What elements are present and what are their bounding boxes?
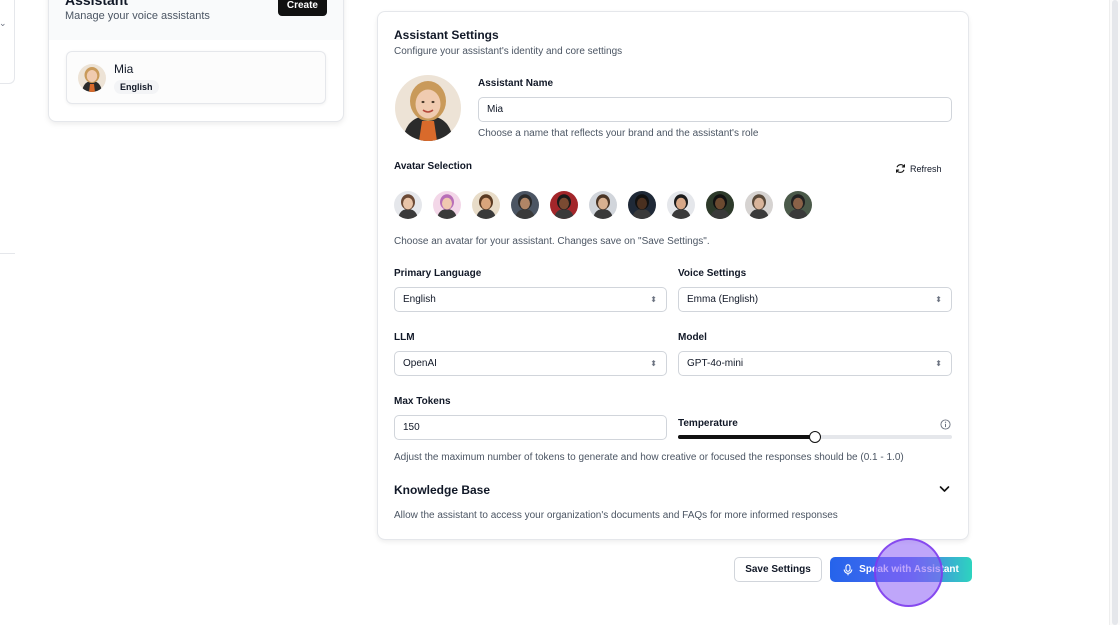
refresh-button[interactable]: Refresh (895, 163, 942, 174)
speak-with-assistant-button[interactable]: Speak with Assistant (830, 557, 972, 582)
avatar-option[interactable] (472, 191, 500, 219)
refresh-label: Refresh (910, 163, 942, 174)
settings-title: Assistant Settings (394, 28, 499, 42)
avatar-option[interactable] (550, 191, 578, 219)
assistant-list-header: Assistant Manage your voice assistants C… (49, 0, 343, 40)
left-sidebar-card: ⌄ (0, 0, 15, 84)
selected-avatar (395, 75, 461, 141)
avatar-option[interactable] (511, 191, 539, 219)
updown-caret-icon: ⬍ (935, 359, 942, 368)
avatar-option[interactable] (628, 191, 656, 219)
avatar-option[interactable] (667, 191, 695, 219)
model-label: Model (678, 332, 707, 343)
voice-settings-label: Voice Settings (678, 268, 747, 279)
llm-label: LLM (394, 332, 415, 343)
avatar-option[interactable] (706, 191, 734, 219)
app-page: ⌄ Assistant Manage your voice assistants… (0, 0, 1120, 625)
language-badge: English (114, 80, 159, 94)
knowledge-base-help: Allow the assistant to access your organ… (394, 510, 838, 521)
chevron-down-icon[interactable]: ⌄ (0, 18, 7, 29)
avatar-help: Choose an avatar for your assistant. Cha… (394, 236, 710, 247)
avatar-selection-label: Avatar Selection (394, 161, 472, 172)
speak-button-label: Speak with Assistant (859, 564, 959, 575)
max-tokens-label: Max Tokens (394, 396, 451, 407)
max-tokens-input[interactable] (394, 415, 667, 440)
assistant-list-title: Assistant (65, 0, 129, 8)
llm-value: OpenAI (403, 358, 437, 369)
updown-caret-icon: ⬍ (650, 359, 657, 368)
scrollbar[interactable] (1109, 0, 1120, 625)
primary-language-label: Primary Language (394, 268, 482, 279)
model-select[interactable]: GPT-4o-mini ⬍ (678, 351, 952, 376)
assistant-settings-panel: Assistant Settings Configure your assist… (377, 11, 969, 540)
settings-subtitle: Configure your assistant's identity and … (394, 46, 623, 57)
chevron-down-icon[interactable] (939, 485, 950, 493)
info-icon[interactable] (940, 419, 951, 430)
create-assistant-button[interactable]: Create (277, 0, 327, 16)
updown-caret-icon: ⬍ (935, 295, 942, 304)
knowledge-base-title[interactable]: Knowledge Base (394, 483, 490, 497)
temperature-slider[interactable] (678, 431, 952, 443)
avatar-option[interactable] (433, 191, 461, 219)
primary-language-value: English (403, 294, 436, 305)
avatar-option[interactable] (784, 191, 812, 219)
temperature-slider-thumb[interactable] (809, 431, 821, 443)
avatar (78, 64, 106, 92)
assistant-name-input[interactable] (478, 97, 952, 122)
llm-select[interactable]: OpenAI ⬍ (394, 351, 667, 376)
assistant-list-item[interactable]: Mia English (66, 51, 326, 104)
temperature-slider-fill (678, 435, 815, 439)
scrollbar-thumb[interactable] (1112, 0, 1118, 625)
voice-select[interactable]: Emma (English) ⬍ (678, 287, 952, 312)
divider (0, 253, 15, 254)
avatar-options (394, 191, 812, 219)
assistant-list-panel: Assistant Manage your voice assistants C… (48, 0, 344, 122)
tokens-help: Adjust the maximum number of tokens to g… (394, 452, 904, 463)
primary-language-select[interactable]: English ⬍ (394, 287, 667, 312)
microphone-icon (843, 563, 853, 575)
updown-caret-icon: ⬍ (650, 295, 657, 304)
assistant-name: Mia (114, 62, 134, 76)
avatar-option[interactable] (589, 191, 617, 219)
assistant-name-help: Choose a name that reflects your brand a… (478, 128, 759, 139)
assistant-name-label: Assistant Name (478, 78, 554, 89)
refresh-icon (896, 164, 905, 173)
avatar-option[interactable] (745, 191, 773, 219)
save-settings-button[interactable]: Save Settings (734, 557, 822, 582)
model-value: GPT-4o-mini (687, 358, 744, 369)
voice-value: Emma (English) (687, 294, 759, 305)
temperature-label: Temperature (678, 418, 738, 429)
avatar-option[interactable] (394, 191, 422, 219)
assistant-list-subtitle: Manage your voice assistants (65, 10, 210, 22)
